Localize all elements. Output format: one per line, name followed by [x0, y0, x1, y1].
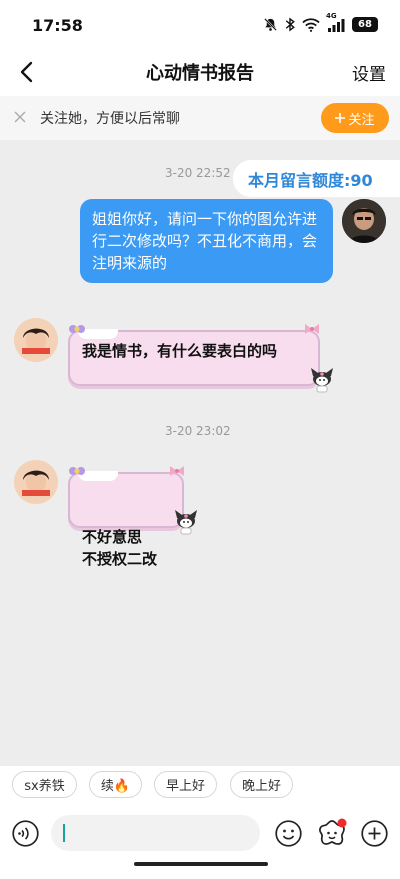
other-avatar[interactable]: [14, 318, 58, 362]
self-message-bubble[interactable]: 姐姐你好，请问一下你的图允许进行二次修改吗？不丑化不商用，会注明来源的: [80, 199, 333, 283]
sticker-button[interactable]: [316, 818, 348, 850]
bow-sticker-icon: [303, 321, 321, 340]
network-type-label: 4G: [326, 11, 337, 20]
wifi-icon: [302, 17, 320, 32]
status-icons: 4G 68: [263, 12, 378, 32]
battery-icon: 68: [352, 17, 378, 32]
bow-sticker-icon: [168, 463, 186, 482]
settings-button[interactable]: 设置: [352, 60, 386, 85]
other-avatar[interactable]: [14, 460, 58, 504]
bluetooth-icon: [285, 17, 295, 32]
close-icon: [14, 111, 26, 123]
mute-bell-icon: [263, 17, 278, 32]
other-message-bubble[interactable]: 我是情书，有什么要表白的吗: [68, 329, 320, 386]
quick-reply-chip[interactable]: sx养铁: [12, 771, 77, 798]
text-cursor: [63, 824, 65, 842]
close-banner-button[interactable]: [11, 108, 29, 126]
follow-button-label: 关注: [348, 112, 375, 128]
quick-reply-chip[interactable]: 续🔥: [89, 771, 142, 798]
status-time: 17:58: [32, 16, 83, 35]
quick-reply-chip[interactable]: 早上好: [154, 771, 217, 798]
home-indicator[interactable]: [134, 862, 268, 866]
input-bar: [0, 804, 400, 879]
message-timestamp: 3-20 22:52: [165, 166, 231, 180]
message-timestamp: 3-20 23:02: [165, 424, 231, 438]
flower-sticker-icon: [68, 463, 86, 482]
signal-4g-icon: 4G: [326, 12, 345, 32]
flower-face-icon: [318, 818, 347, 845]
message-text: 不好意思 不授权二改: [82, 528, 158, 568]
emoji-button[interactable]: [275, 820, 302, 847]
message-text: 我是情书，有什么要表白的吗: [82, 342, 278, 360]
message-input[interactable]: [51, 815, 260, 851]
plus-circle-icon: [361, 820, 388, 847]
page-title: 心动情书报告: [146, 63, 254, 84]
quick-reply-bar: sx养铁 续🔥 早上好 晚上好: [0, 766, 400, 804]
flower-sticker-icon: [68, 321, 86, 340]
status-bar: 17:58 4G 68: [0, 0, 400, 50]
quota-badge: 本月留言额度:90: [233, 160, 400, 197]
more-button[interactable]: [361, 820, 388, 847]
plus-icon: [335, 113, 346, 123]
kuromi-sticker-icon: [174, 508, 198, 540]
nav-bar: 心动情书报告 设置: [0, 50, 400, 96]
quick-reply-chip[interactable]: 晚上好: [230, 771, 293, 798]
kuromi-sticker-icon: [310, 366, 334, 398]
self-avatar[interactable]: [342, 199, 386, 243]
voice-button[interactable]: [12, 820, 39, 847]
follow-banner: 关注她，方便以后常聊 关注: [0, 96, 400, 140]
voice-icon: [12, 820, 39, 847]
follow-prompt-text: 关注她，方便以后常聊: [40, 111, 180, 127]
follow-button[interactable]: 关注: [321, 103, 389, 133]
smiley-icon: [275, 820, 302, 847]
